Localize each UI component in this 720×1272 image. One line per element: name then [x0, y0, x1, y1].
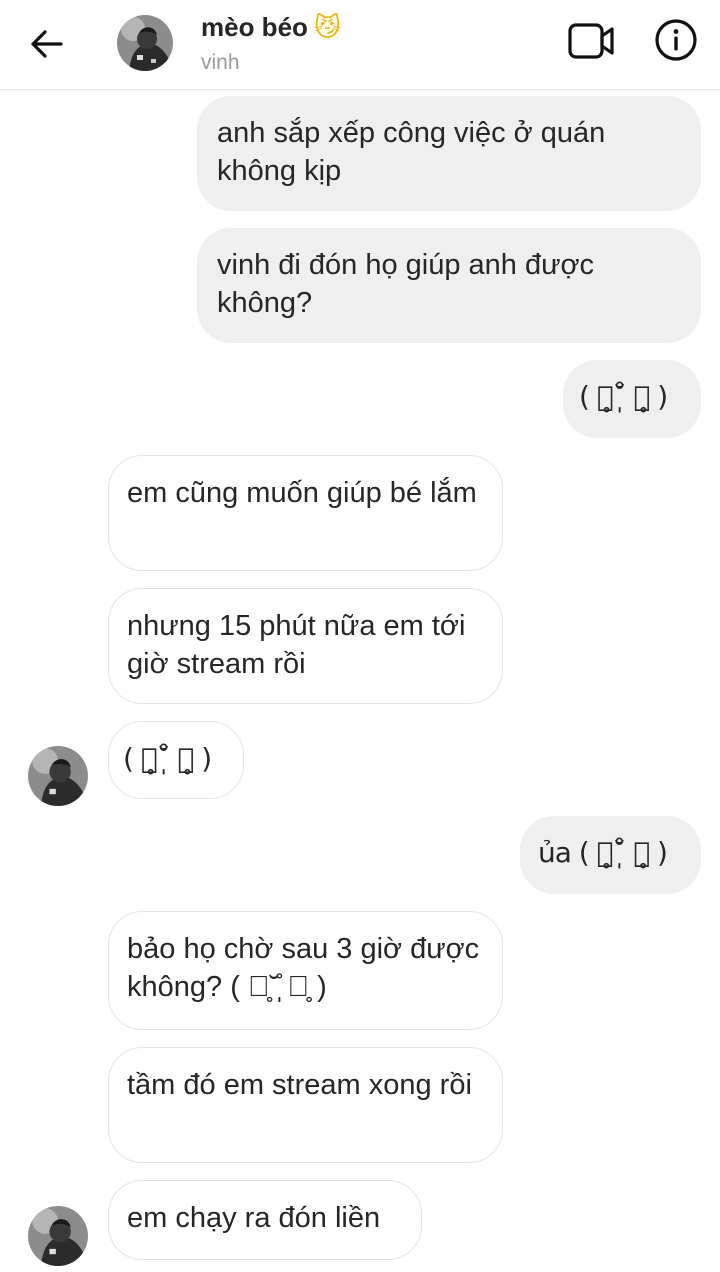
- sender-avatar[interactable]: [28, 1206, 88, 1266]
- message-bubble-incoming[interactable]: em chạy ra đón liền: [108, 1180, 422, 1260]
- message-text: nhưng 15 phút nữa em tới giờ stream rồi: [127, 610, 474, 680]
- message-bubble-outgoing[interactable]: vinh đi đón họ giúp anh được không?: [197, 228, 701, 343]
- message-bubble-incoming[interactable]: ( ꈨ̥˘̩̊ ꈨ̥ ): [108, 721, 244, 799]
- message-text: em cũng muốn giúp bé lắm: [127, 477, 477, 509]
- conversation-subtitle: vinh: [201, 51, 240, 74]
- message-text: ( ꈨ̥˘̩̊ ꈨ̥ ): [579, 380, 668, 413]
- message-text: bảo họ chờ sau 3 giờ được không? ( ꈨ̥˘̩̊…: [127, 933, 488, 1003]
- message-bubble-incoming[interactable]: em cũng muốn giúp bé lắm: [108, 455, 503, 571]
- message-bubble-incoming[interactable]: nhưng 15 phút nữa em tới giờ stream rồi: [108, 588, 503, 704]
- message-bubble-outgoing[interactable]: ( ꈨ̥˘̩̊ ꈨ̥ ): [563, 360, 701, 438]
- message-bubble-incoming[interactable]: bảo họ chờ sau 3 giờ được không? ( ꈨ̥˘̩̊…: [108, 911, 503, 1030]
- message-bubble-outgoing[interactable]: ủa ( ꈨ̥˘̩̊ ꈨ̥ ): [520, 816, 701, 894]
- chat-header: mèo béo 😼 vinh: [0, 0, 720, 90]
- message-text: ( ꈨ̥˘̩̊ ꈨ̥ ): [123, 742, 212, 775]
- back-arrow-icon: [31, 30, 63, 58]
- message-text: vinh đi đón họ giúp anh được không?: [217, 249, 603, 319]
- info-button[interactable]: [652, 16, 700, 64]
- title-text: mèo béo: [201, 12, 308, 42]
- message-text: em chạy ra đón liền: [127, 1202, 381, 1234]
- message-text: ủa ( ꈨ̥˘̩̊ ꈨ̥ ): [538, 836, 668, 869]
- video-call-icon: [568, 23, 614, 59]
- message-text: tầm đó em stream xong rồi: [127, 1069, 472, 1101]
- sender-avatar[interactable]: [28, 746, 88, 806]
- header-avatar[interactable]: [117, 15, 173, 71]
- message-bubble-outgoing[interactable]: anh sắp xếp công việc ở quán không kịp: [197, 96, 701, 211]
- message-text: anh sắp xếp công việc ở quán không kịp: [217, 117, 614, 187]
- info-icon: [655, 19, 697, 61]
- video-call-button[interactable]: [566, 18, 618, 64]
- message-bubble-incoming[interactable]: tầm đó em stream xong rồi: [108, 1047, 503, 1163]
- cat-emoji-icon: 😼: [313, 12, 342, 43]
- conversation-title[interactable]: mèo béo 😼: [201, 12, 341, 43]
- back-button[interactable]: [26, 24, 66, 64]
